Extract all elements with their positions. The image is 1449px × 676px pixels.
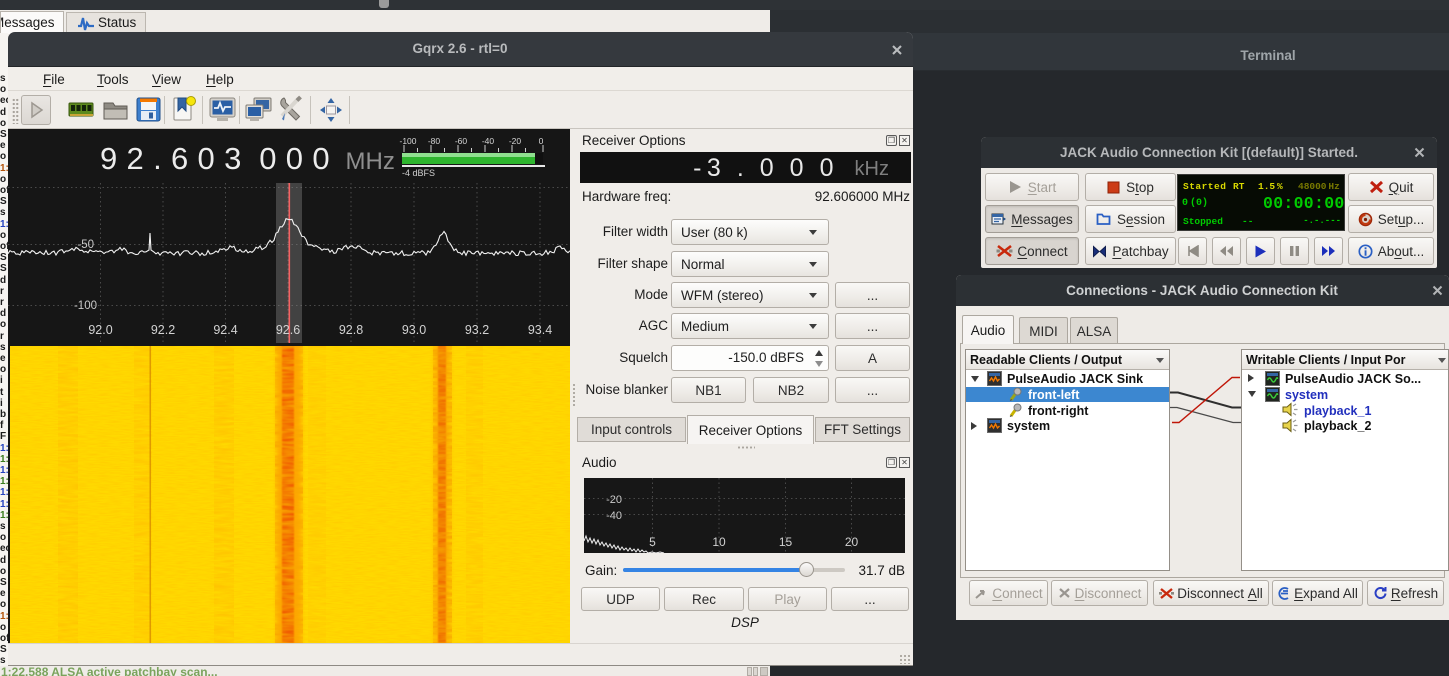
svg-text:92.6: 92.6 (276, 323, 300, 337)
svg-text:92.4: 92.4 (213, 323, 237, 337)
svg-text:20: 20 (845, 535, 859, 549)
svg-text:5: 5 (649, 535, 656, 549)
svg-text:93.0: 93.0 (402, 323, 426, 337)
svg-text:10: 10 (712, 535, 726, 549)
svg-text:-100: -100 (74, 300, 97, 312)
svg-text:-40: -40 (606, 510, 622, 522)
svg-text:92.0: 92.0 (88, 323, 112, 337)
svg-text:-20: -20 (606, 494, 622, 506)
svg-text:93.4: 93.4 (528, 323, 552, 337)
svg-text:92.2: 92.2 (151, 323, 175, 337)
svg-text:92.8: 92.8 (339, 323, 363, 337)
svg-text:93.2: 93.2 (465, 323, 489, 337)
svg-text:-50: -50 (77, 239, 94, 251)
svg-text:15: 15 (779, 535, 793, 549)
